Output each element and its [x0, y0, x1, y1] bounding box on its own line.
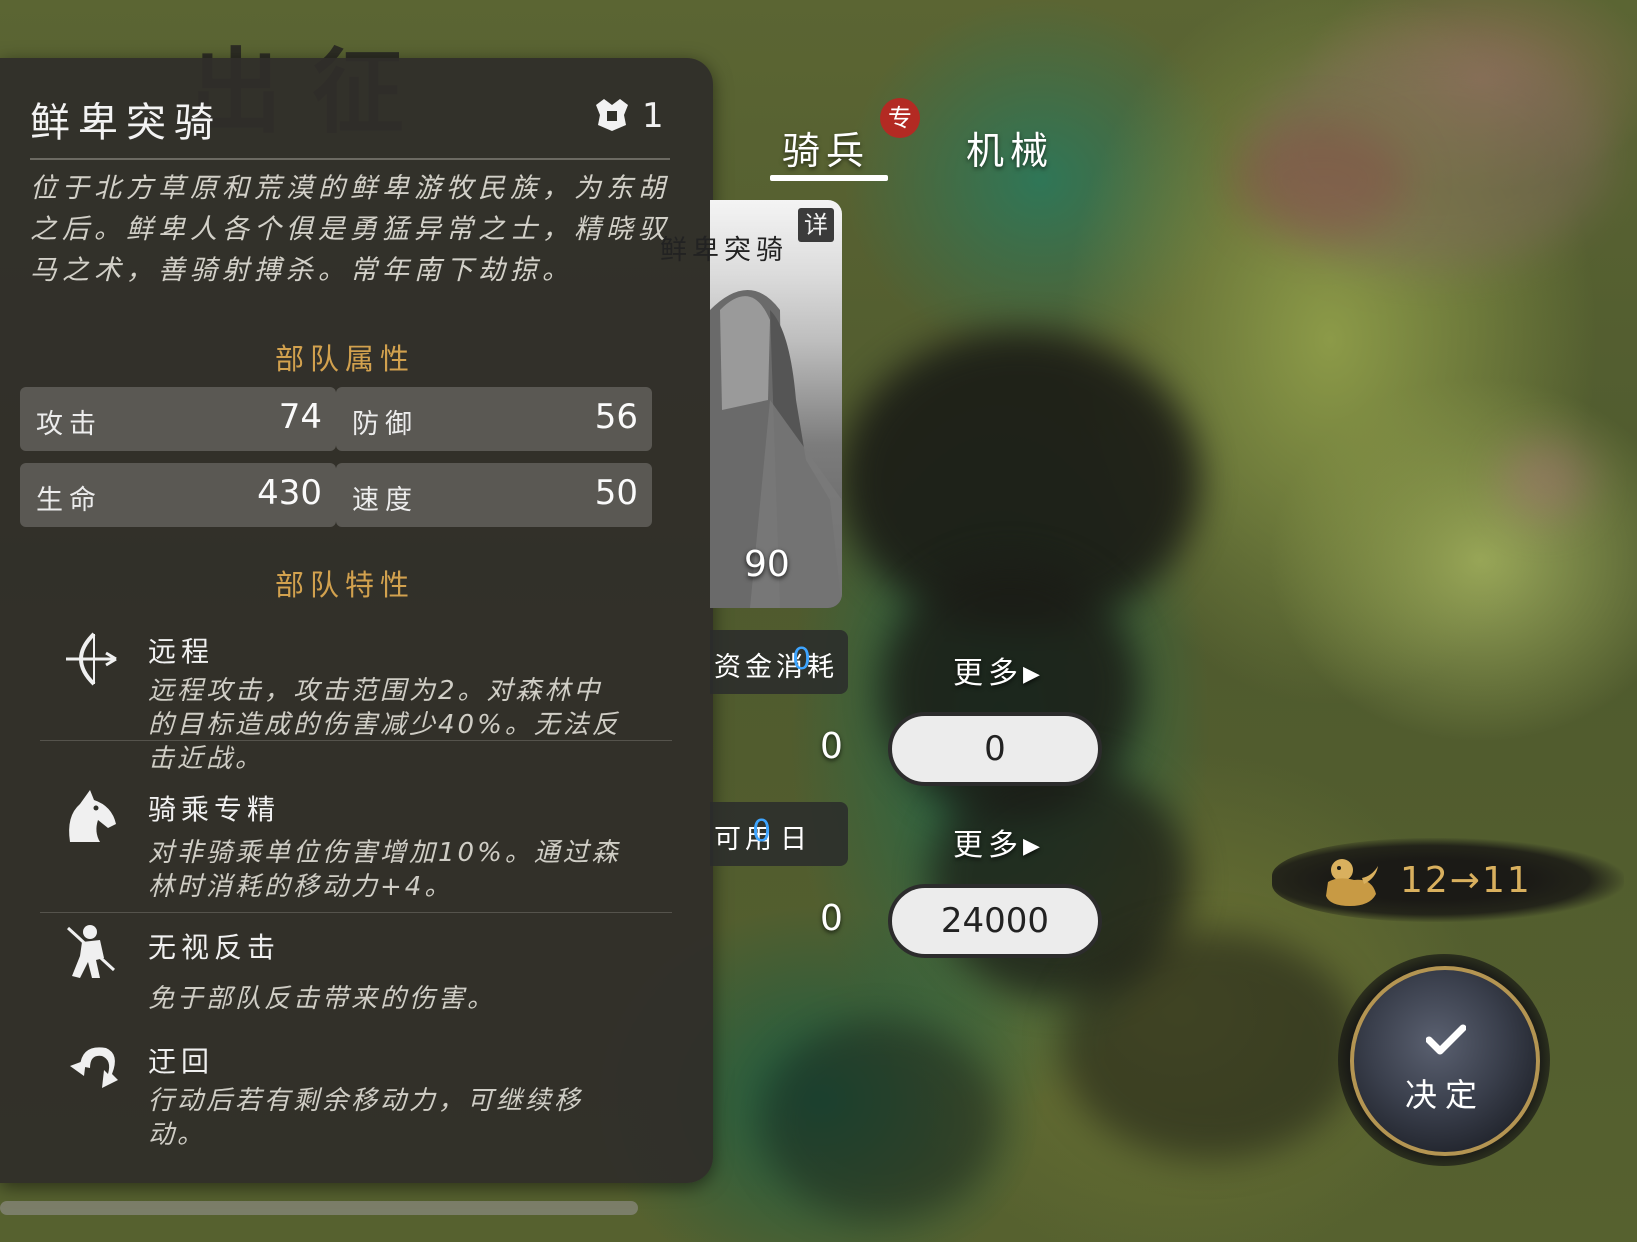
more-button[interactable]: 更多▶ — [953, 648, 1045, 692]
unit-count: 1 — [642, 96, 664, 136]
divider — [40, 912, 672, 913]
trait-name: 无视反击 — [148, 931, 281, 964]
divider — [30, 158, 670, 160]
supply-input[interactable]: 24000 — [888, 884, 1102, 958]
supply-value: 0 — [820, 898, 843, 939]
trait-description: 行动后若有剩余移动力，可继续移动。 — [148, 1086, 584, 1150]
trait-name: 迂回 — [148, 1045, 215, 1078]
more-label: 更多 — [953, 656, 1023, 691]
stat-label: 防御 — [352, 409, 418, 440]
days-unit-label: 日 — [780, 824, 811, 855]
available-days-bar: 可用 0 日 — [710, 802, 848, 866]
stat-label: 速度 — [352, 485, 418, 516]
specialty-badge: 专 — [880, 98, 920, 138]
traits-title: 部队特性 — [274, 568, 415, 602]
stat-defense: 防御 56 — [336, 387, 652, 451]
stat-label: 生命 — [36, 485, 102, 516]
tab-machinery[interactable]: 机械 — [966, 120, 1054, 175]
trait-description: 对非骑乘单位伤害增加10%。通过森林时消耗的移动力+4。 — [148, 838, 621, 902]
funds-cost-bar: 资金消耗 0 — [710, 630, 848, 694]
bow-icon — [66, 632, 117, 686]
divider — [40, 740, 672, 741]
warrior-icon — [66, 925, 116, 978]
stat-health: 生命 430 — [20, 463, 336, 527]
tab-cavalry[interactable]: 骑兵 — [782, 120, 870, 175]
caret-right-icon: ▶ — [1023, 662, 1045, 687]
panel-scrollbar[interactable] — [0, 1201, 638, 1215]
turn-counter: 12→11 — [1400, 860, 1532, 901]
stat-value: 74 — [278, 397, 322, 437]
attributes-title: 部队属性 — [274, 342, 415, 376]
turn-arrow-icon — [70, 1047, 118, 1088]
quantity-input[interactable]: 0 — [888, 712, 1102, 786]
checkmark-icon — [1426, 1024, 1466, 1055]
stock-value: 0 — [820, 726, 843, 767]
unit-description: 位于北方草原和荒漠的鲜卑游牧民族，为东胡之后。鲜卑人各个俱是勇猛异常之士，精晓驭… — [30, 173, 670, 286]
stat-value: 56 — [594, 397, 638, 437]
card-cost: 90 — [744, 544, 790, 585]
stat-value: 430 — [257, 473, 322, 513]
stat-value: 50 — [594, 473, 638, 513]
more-label: 更多 — [953, 828, 1023, 863]
trait-name: 远程 — [148, 635, 215, 668]
more-button[interactable]: 更多▶ — [953, 820, 1045, 864]
stat-label: 攻击 — [36, 409, 102, 440]
trait-description: 远程攻击，攻击范围为2。对森林中的目标造成的伤害减少40%。无法反击近战。 — [148, 676, 621, 774]
available-days-value: 0 — [752, 814, 772, 849]
funds-cost-label: 资金消耗 — [714, 652, 838, 683]
stat-speed: 速度 50 — [336, 463, 652, 527]
trait-name: 骑乘专精 — [148, 793, 281, 826]
troop-helmet-icon — [596, 99, 628, 131]
horse-head-icon — [69, 790, 116, 842]
card-unit-name: 鲜卑突骑 — [660, 235, 788, 266]
detail-button[interactable]: 详 — [798, 208, 834, 242]
confirm-button[interactable] — [1350, 966, 1540, 1156]
stat-attack: 攻击 74 — [20, 387, 336, 451]
unit-name: 鲜卑突骑 — [30, 100, 222, 146]
beast-emblem-icon — [1326, 859, 1378, 906]
active-tab-underline — [770, 175, 888, 181]
funds-cost-value: 0 — [792, 642, 812, 677]
caret-right-icon: ▶ — [1023, 834, 1045, 859]
trait-description: 免于部队反击带来的伤害。 — [148, 984, 497, 1014]
confirm-label: 决定 — [1404, 1076, 1485, 1114]
